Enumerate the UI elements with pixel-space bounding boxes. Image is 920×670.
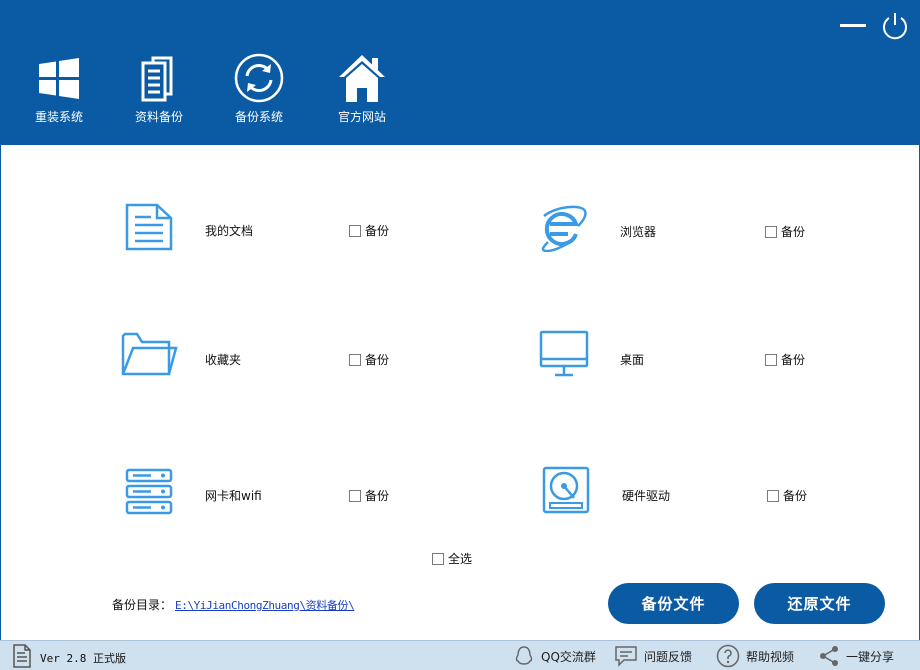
- power-close-button[interactable]: [879, 10, 911, 42]
- checkbox-box[interactable]: [349, 489, 361, 502]
- share-label: 一键分享: [846, 649, 895, 664]
- item-label-hardware-drivers: 硬件驱动: [622, 489, 671, 503]
- checkbox-box[interactable]: [765, 353, 777, 366]
- item-label-browser: 浏览器: [620, 225, 657, 239]
- share-link[interactable]: 一键分享: [818, 644, 894, 668]
- checkbox-label: 备份: [781, 353, 806, 367]
- checkbox-box[interactable]: [432, 552, 444, 565]
- checkbox-box[interactable]: [349, 353, 361, 366]
- nav-label: 备份系统: [234, 110, 283, 124]
- backup-checkbox-my-documents[interactable]: 备份: [349, 222, 389, 239]
- qq-penguin-icon: [515, 646, 533, 665]
- help-video-label: 帮助视频: [746, 649, 795, 664]
- nav-label: 重装系统: [34, 110, 83, 124]
- backup-files-button[interactable]: 备份文件: [608, 583, 739, 624]
- feedback-link[interactable]: 问题反馈: [614, 644, 692, 668]
- backup-checkbox-hardware-drivers[interactable]: 备份: [767, 487, 807, 504]
- document-small-icon: [13, 644, 31, 668]
- backup-checkbox-network-wifi[interactable]: 备份: [349, 487, 389, 504]
- checkbox-label: 备份: [365, 489, 390, 503]
- feedback-label: 问题反馈: [644, 649, 693, 664]
- version-label: Ver 2.8 正式版: [40, 652, 126, 665]
- backup-dir-label: 备份目录：: [112, 598, 173, 612]
- minimize-button[interactable]: [838, 12, 868, 38]
- backup-checkbox-browser[interactable]: 备份: [765, 223, 805, 240]
- help-video-link[interactable]: 帮助视频: [716, 644, 794, 668]
- sync-icon: [234, 53, 284, 103]
- item-label-my-documents: 我的文档: [205, 224, 254, 238]
- nav-official-site[interactable]: 官方网站: [322, 52, 402, 132]
- checkbox-label: 备份: [365, 224, 390, 238]
- checkbox-box[interactable]: [765, 225, 777, 238]
- qq-group-link[interactable]: QQ交流群: [513, 644, 596, 668]
- status-bar: Ver 2.8 正式版 QQ交流群 问题反馈 帮助视频 一键分享: [0, 640, 920, 670]
- backup-checkbox-desktop[interactable]: 备份: [765, 351, 805, 368]
- ie-browser-icon: [541, 205, 587, 252]
- nav-label: 资料备份: [134, 110, 183, 124]
- checkbox-box[interactable]: [349, 224, 361, 237]
- folder-icon: [121, 332, 178, 376]
- nav-reinstall-system[interactable]: 重装系统: [19, 52, 99, 132]
- document-icon: [125, 203, 173, 251]
- item-label-desktop: 桌面: [620, 353, 645, 367]
- share-icon: [820, 646, 838, 666]
- nav-label: 官方网站: [337, 110, 386, 124]
- item-label-favorites: 收藏夹: [205, 353, 242, 367]
- power-icon: [883, 13, 907, 40]
- item-label-network-wifi: 网卡和wifi: [205, 489, 262, 503]
- home-icon: [339, 55, 385, 102]
- server-icon: [125, 468, 173, 515]
- header-bar: 重装系统 资料备份 备份系统 官方网站: [0, 0, 920, 145]
- nav-backup-system[interactable]: 备份系统: [219, 52, 299, 132]
- windows-icon: [39, 58, 79, 99]
- nav-data-backup[interactable]: 资料备份: [119, 52, 199, 132]
- backup-dir-link[interactable]: E:\YiJianChongZhuang\资料备份\: [175, 597, 355, 613]
- files-icon: [141, 56, 173, 102]
- qq-group-label: QQ交流群: [541, 649, 596, 664]
- hard-drive-icon: [542, 466, 590, 514]
- help-icon: [716, 644, 740, 668]
- backup-checkbox-favorites[interactable]: 备份: [349, 351, 389, 368]
- checkbox-box[interactable]: [767, 489, 779, 502]
- monitor-icon: [539, 330, 589, 377]
- restore-files-button[interactable]: 还原文件: [754, 583, 885, 624]
- chat-icon: [615, 646, 637, 667]
- checkbox-label: 备份: [783, 489, 808, 503]
- checkbox-label: 备份: [781, 225, 806, 239]
- checkbox-label: 备份: [365, 353, 390, 367]
- checkbox-label: 全选: [448, 552, 473, 566]
- select-all-checkbox[interactable]: 全选: [432, 550, 472, 567]
